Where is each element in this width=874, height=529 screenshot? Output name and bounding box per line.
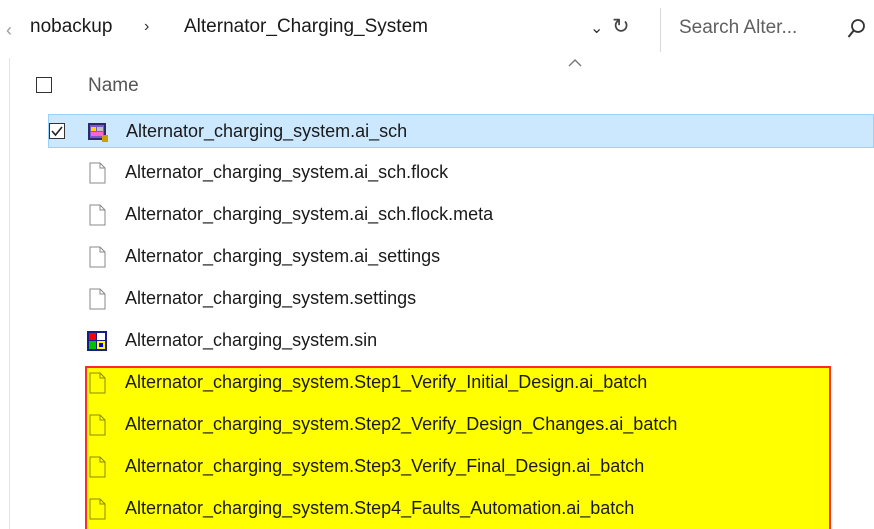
row-checkbox[interactable]	[49, 123, 65, 139]
refresh-icon[interactable]: ↻	[612, 14, 630, 39]
navigation-pane-edge	[9, 58, 10, 529]
file-name: Alternator_charging_system.Step4_Faults_…	[125, 498, 635, 518]
file-name: Alternator_charging_system.Step3_Verify_…	[125, 456, 645, 476]
blank-file-icon	[86, 204, 108, 226]
file-row[interactable]: Alternator_charging_system.Step1_Verify_…	[48, 366, 874, 400]
select-all-checkbox[interactable]	[36, 77, 52, 93]
file-row[interactable]: Alternator_charging_system.ai_sch.flock.…	[48, 198, 874, 232]
search-box[interactable]: Search Alter...	[660, 8, 874, 52]
schematic-app-icon	[87, 121, 109, 143]
blank-file-icon	[86, 414, 108, 436]
address-dropdown-icon[interactable]: ⌄	[590, 18, 603, 38]
file-name: Alternator_charging_system.sin	[125, 330, 378, 350]
file-name: Alternator_charging_system.settings	[125, 288, 417, 308]
breadcrumb-current-folder[interactable]: Alternator_Charging_System	[184, 16, 428, 38]
file-row[interactable]: Alternator_charging_system.Step4_Faults_…	[48, 492, 874, 526]
column-name-header[interactable]: Name	[88, 75, 139, 97]
file-row[interactable]: Alternator_charging_system.ai_settings	[48, 240, 874, 274]
breadcrumb-separator[interactable]: ›	[144, 18, 149, 36]
address-bar: ‹ nobackup › Alternator_Charging_System …	[0, 0, 874, 58]
file-row[interactable]: Alternator_charging_system.Step3_Verify_…	[48, 450, 874, 484]
blank-file-icon	[86, 456, 108, 478]
search-placeholder[interactable]: Search Alter...	[679, 17, 797, 39]
sort-ascending-icon	[568, 55, 582, 73]
blank-file-icon	[86, 498, 108, 520]
file-row[interactable]: Alternator_charging_system.sin	[48, 324, 874, 358]
file-row[interactable]: Alternator_charging_system.Step2_Verify_…	[48, 408, 874, 442]
blank-file-icon	[86, 162, 108, 184]
search-icon[interactable]	[847, 18, 867, 45]
blank-file-icon	[86, 246, 108, 268]
file-name: Alternator_charging_system.ai_sch.flock.…	[125, 204, 494, 224]
file-name: Alternator_charging_system.Step2_Verify_…	[125, 414, 678, 434]
sin-app-icon	[86, 330, 108, 352]
breadcrumb-nobackup[interactable]: nobackup	[30, 16, 112, 38]
file-name: Alternator_charging_system.ai_sch	[126, 121, 408, 141]
file-name: Alternator_charging_system.ai_settings	[125, 246, 441, 266]
file-row[interactable]: Alternator_charging_system.ai_sch	[48, 114, 874, 148]
file-name: Alternator_charging_system.ai_sch.flock	[125, 162, 449, 182]
breadcrumb-overflow-icon[interactable]: ‹	[6, 20, 12, 41]
file-row[interactable]: Alternator_charging_system.settings	[48, 282, 874, 316]
file-name: Alternator_charging_system.Step1_Verify_…	[125, 372, 648, 392]
file-row[interactable]: Alternator_charging_system.ai_sch.flock	[48, 156, 874, 190]
blank-file-icon	[86, 372, 108, 394]
blank-file-icon	[86, 288, 108, 310]
